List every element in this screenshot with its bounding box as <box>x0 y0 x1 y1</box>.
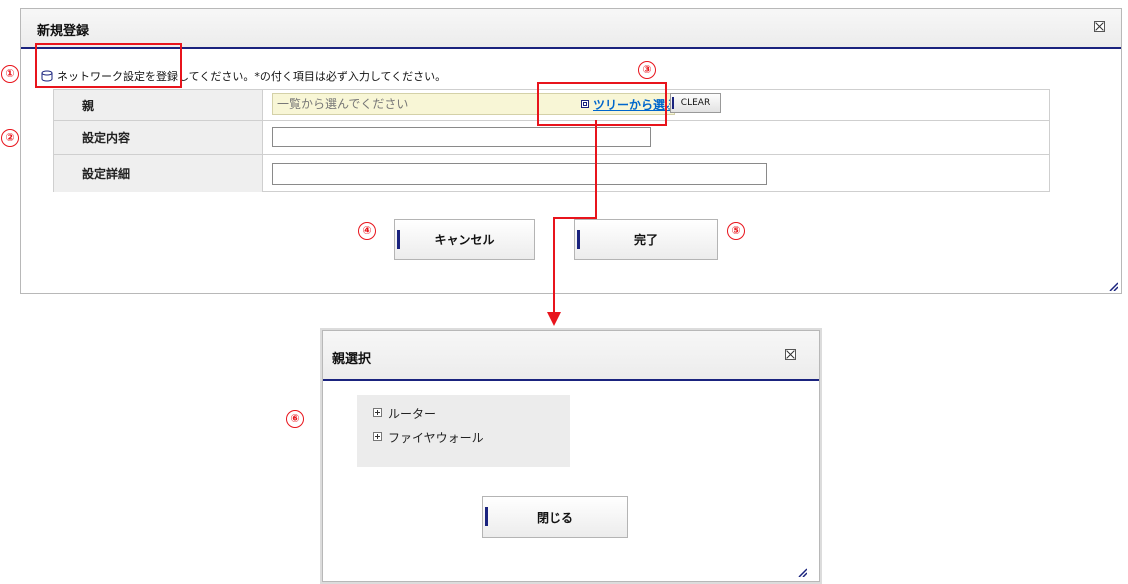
tree-item-router[interactable]: ルーター <box>373 405 436 422</box>
parent-select-dialog: 親選択 ルーター ファイヤウォール 閉じる <box>322 330 820 582</box>
tree-view: ルーター ファイヤウォール <box>357 395 570 467</box>
annotation-number-1: ① <box>1 65 19 83</box>
setting-detail-input[interactable] <box>272 163 767 185</box>
resize-grip-icon[interactable] <box>1108 281 1118 291</box>
expand-plus-icon[interactable] <box>373 432 382 441</box>
tree-item-label: ファイヤウォール <box>388 431 484 445</box>
expand-plus-icon[interactable] <box>373 408 382 417</box>
close-icon[interactable] <box>1094 21 1105 32</box>
dialog-header: 新規登録 <box>21 9 1121 49</box>
parent-dialog-title: 親選択 <box>332 352 372 367</box>
close-button[interactable]: 閉じる <box>482 496 628 538</box>
dialog-title: 新規登録 <box>37 24 90 39</box>
label-setting-content: 設定内容 <box>54 121 263 154</box>
cancel-label: キャンセル <box>434 233 495 247</box>
tree-item-firewall[interactable]: ファイヤウォール <box>373 429 484 446</box>
annotation-number-2: ② <box>1 129 19 147</box>
resize-grip-icon[interactable] <box>797 567 807 577</box>
done-label: 完了 <box>633 233 658 247</box>
clear-button[interactable]: CLEAR <box>670 93 721 113</box>
connector-arrow <box>547 120 597 326</box>
cancel-button[interactable]: キャンセル <box>394 219 535 260</box>
annotation-number-3: ③ <box>638 61 656 79</box>
label-parent: 親 <box>54 90 263 120</box>
parent-dialog-header: 親選択 <box>323 331 819 381</box>
annotation-number-6: ⑥ <box>286 410 304 428</box>
annotation-number-5: ⑤ <box>727 222 745 240</box>
label-setting-detail: 設定詳細 <box>54 155 263 192</box>
close-button-label: 閉じる <box>536 510 573 525</box>
annotation-box-1 <box>35 43 182 88</box>
tree-item-label: ルーター <box>388 407 437 421</box>
close-icon[interactable] <box>785 349 796 360</box>
annotation-number-4: ④ <box>358 222 376 240</box>
